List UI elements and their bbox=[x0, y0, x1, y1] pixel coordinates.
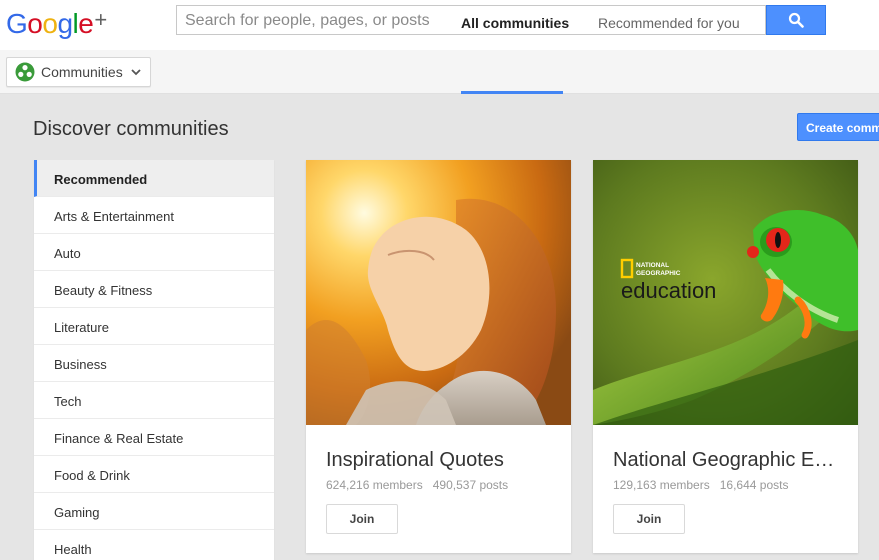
sidebar-item-beauty-fitness[interactable]: Beauty & Fitness bbox=[34, 271, 274, 308]
sidebar-item-business[interactable]: Business bbox=[34, 345, 274, 382]
natgeo-logo-line1: NATIONAL bbox=[636, 262, 669, 269]
sidebar-item-arts-entertainment[interactable]: Arts & Entertainment bbox=[34, 197, 274, 234]
community-card[interactable]: Inspirational Quotes 624,216 members 490,… bbox=[306, 160, 571, 553]
natgeo-education-word: education bbox=[621, 278, 716, 303]
tab-all-communities[interactable]: All communities bbox=[461, 14, 569, 32]
sidebar-item-gaming[interactable]: Gaming bbox=[34, 493, 274, 530]
sidebar-item-recommended[interactable]: Recommended bbox=[34, 160, 274, 197]
join-button[interactable]: Join bbox=[326, 504, 398, 534]
google-plus-logo[interactable]: Google+ bbox=[6, 4, 107, 40]
search-icon bbox=[788, 12, 804, 28]
community-cover-image[interactable] bbox=[306, 160, 571, 425]
community-stats: 624,216 members 490,537 posts bbox=[326, 478, 508, 493]
logo-letter: o bbox=[27, 8, 43, 39]
page-title: Discover communities bbox=[33, 118, 229, 140]
logo-letter: g bbox=[57, 8, 73, 39]
woman-sunlight-image bbox=[306, 160, 571, 425]
logo-plus: + bbox=[94, 7, 107, 32]
logo-letter: G bbox=[6, 8, 28, 39]
category-sidebar: Recommended Arts & Entertainment Auto Be… bbox=[34, 160, 274, 560]
create-community-button[interactable]: Create community bbox=[797, 113, 879, 141]
community-stats: 129,163 members 16,644 posts bbox=[613, 478, 788, 493]
post-count: 16,644 posts bbox=[719, 478, 789, 492]
post-count: 490,537 posts bbox=[432, 478, 509, 492]
community-cover-image[interactable]: NATIONAL GEOGRAPHIC education bbox=[593, 160, 858, 425]
member-count: 624,216 members bbox=[326, 478, 423, 492]
community-card[interactable]: NATIONAL GEOGRAPHIC education National G… bbox=[593, 160, 858, 553]
sidebar-item-food-drink[interactable]: Food & Drink bbox=[34, 456, 274, 493]
sidebar-item-literature[interactable]: Literature bbox=[34, 308, 274, 345]
member-count: 129,163 members bbox=[613, 478, 710, 492]
communities-dropdown[interactable]: Communities bbox=[6, 57, 151, 87]
chevron-down-icon bbox=[131, 69, 141, 76]
community-title[interactable]: National Geographic Education bbox=[613, 448, 843, 472]
sidebar-item-auto[interactable]: Auto bbox=[34, 234, 274, 271]
tab-recommended-for-you[interactable]: Recommended for you bbox=[598, 14, 740, 32]
logo-letter: o bbox=[42, 8, 58, 39]
communities-icon bbox=[15, 62, 35, 82]
search-button[interactable] bbox=[766, 5, 826, 35]
join-button[interactable]: Join bbox=[613, 504, 685, 534]
top-bar: Google+ Search for people, pages, or pos… bbox=[0, 0, 879, 50]
sub-navigation: Communities bbox=[0, 50, 879, 94]
community-title[interactable]: Inspirational Quotes bbox=[326, 448, 556, 472]
active-tab-indicator bbox=[461, 91, 563, 94]
sidebar-item-health[interactable]: Health bbox=[34, 530, 274, 560]
sidebar-item-finance-real-estate[interactable]: Finance & Real Estate bbox=[34, 419, 274, 456]
sidebar-item-tech[interactable]: Tech bbox=[34, 382, 274, 419]
natgeo-logo-line2: GEOGRAPHIC bbox=[636, 270, 681, 277]
logo-letter: e bbox=[78, 8, 94, 39]
communities-dropdown-label: Communities bbox=[41, 64, 123, 80]
tree-frog-image: NATIONAL GEOGRAPHIC education bbox=[593, 160, 858, 425]
